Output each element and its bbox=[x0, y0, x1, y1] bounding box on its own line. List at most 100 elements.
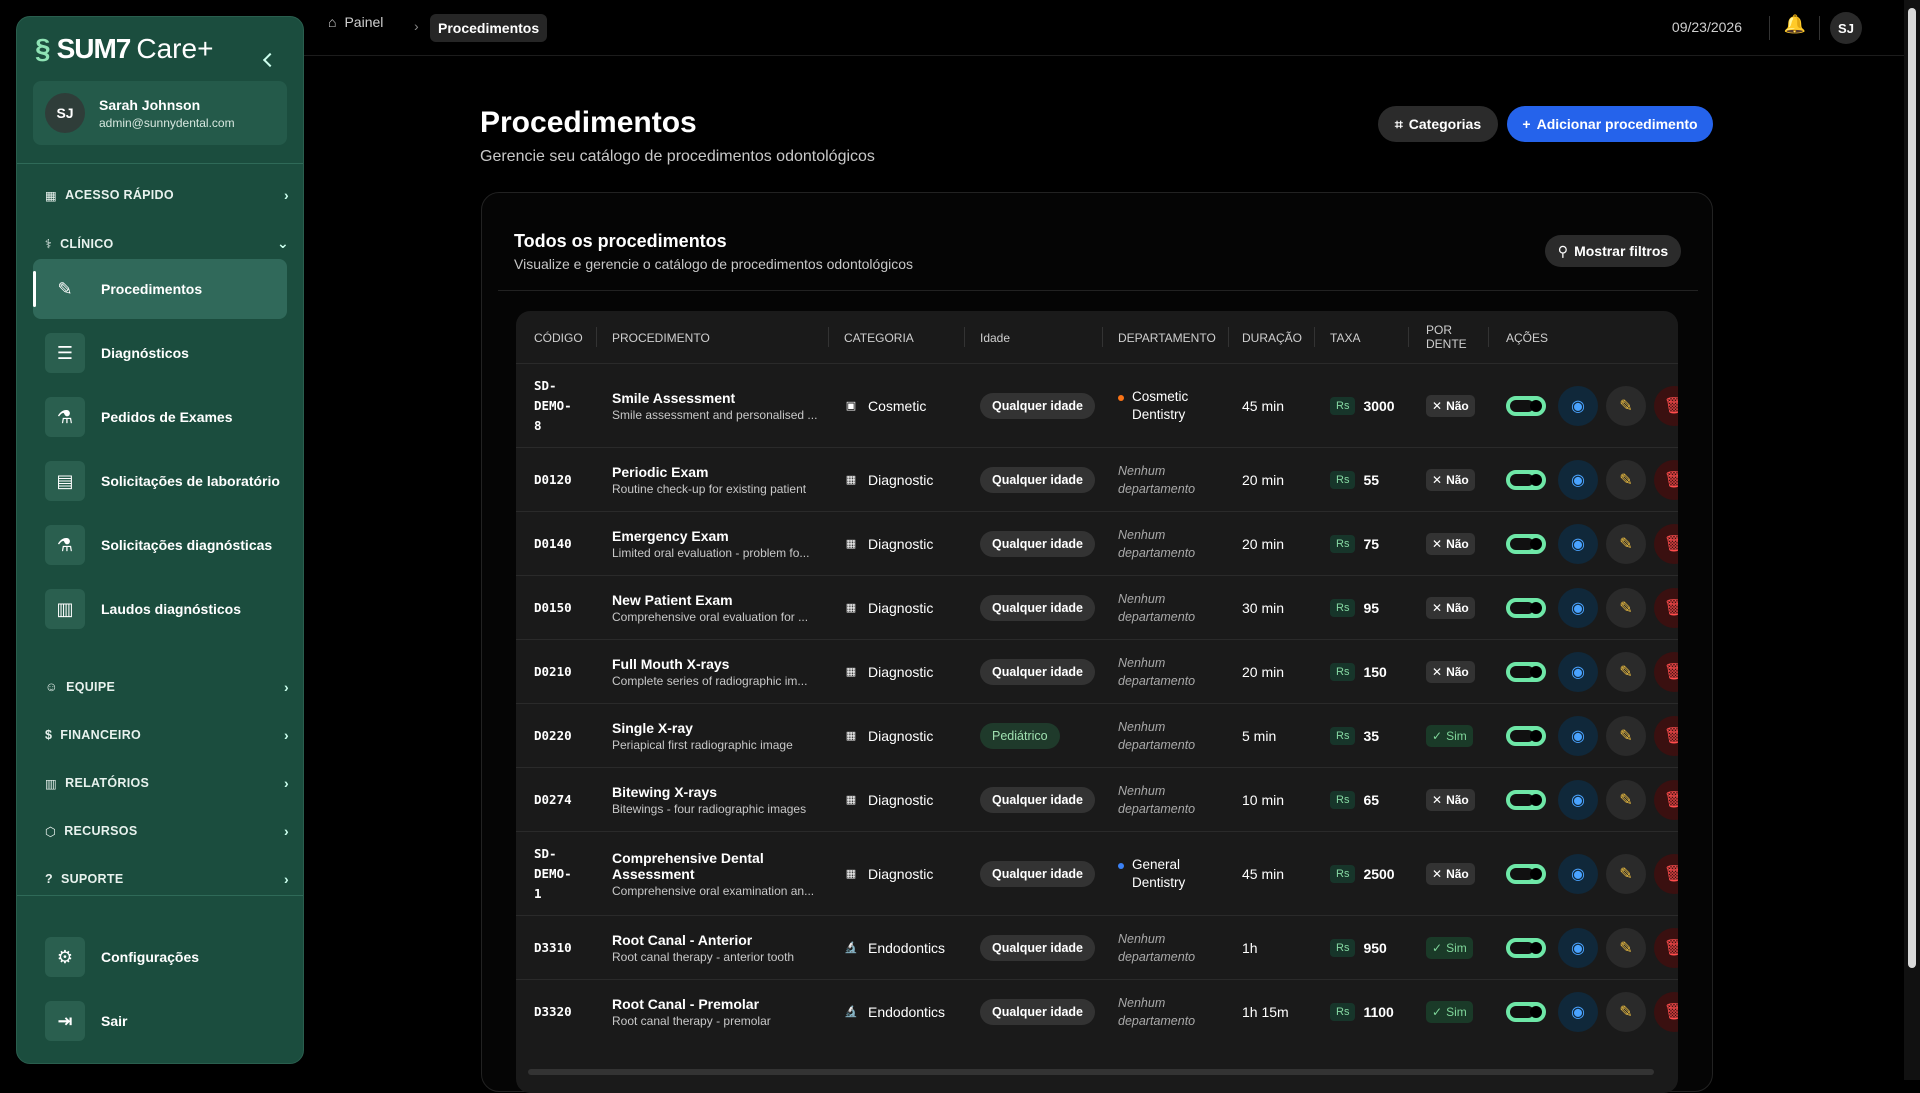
sidebar-item-pedidos-exames[interactable]: ⚗ Pedidos de Exames bbox=[33, 387, 287, 447]
sidebar-item-configuracoes[interactable]: ⚙ Configurações bbox=[33, 927, 287, 987]
section-acesso-rapido[interactable]: ▦ ACESSO RÁPIDO › bbox=[45, 187, 289, 203]
view-button[interactable]: ◉ bbox=[1558, 459, 1598, 500]
active-toggle[interactable] bbox=[1506, 1001, 1546, 1022]
edit-button[interactable]: ✎ bbox=[1606, 523, 1646, 564]
edit-button[interactable]: ✎ bbox=[1606, 459, 1646, 500]
sidebar-item-diagnosticos[interactable]: ☰ Diagnósticos bbox=[33, 323, 287, 383]
edit-button[interactable]: ✎ bbox=[1606, 853, 1646, 894]
delete-button[interactable]: 🗑 bbox=[1654, 927, 1678, 968]
active-toggle[interactable] bbox=[1506, 395, 1546, 416]
brand-logo[interactable]: § SUM7 Care+ bbox=[35, 33, 213, 65]
bell-icon[interactable]: 🔔 bbox=[1784, 14, 1806, 35]
section-recursos[interactable]: ⬡ RECURSOS › bbox=[45, 823, 289, 839]
view-button[interactable]: ◉ bbox=[1558, 927, 1598, 968]
user-card[interactable]: SJ Sarah Johnson admin@sunnydental.com bbox=[33, 81, 287, 145]
active-toggle[interactable] bbox=[1506, 661, 1546, 682]
edit-button[interactable]: ✎ bbox=[1606, 587, 1646, 628]
pencil-icon: ✎ bbox=[1619, 865, 1633, 883]
active-toggle[interactable] bbox=[1506, 863, 1546, 884]
table-row[interactable]: D0150 New Patient Exam Comprehensive oral … bbox=[516, 575, 1678, 639]
section-suporte[interactable]: ? SUPORTE › bbox=[45, 871, 289, 887]
avatar: SJ bbox=[45, 93, 85, 133]
active-toggle[interactable] bbox=[1506, 469, 1546, 490]
flask-icon: ⚗ bbox=[45, 397, 85, 437]
view-button[interactable]: ◉ bbox=[1558, 715, 1598, 756]
column-header[interactable]: POR DENTE bbox=[1426, 323, 1476, 351]
column-header[interactable]: DURAÇÃO bbox=[1242, 331, 1302, 345]
edit-button[interactable]: ✎ bbox=[1606, 927, 1646, 968]
page-scrollbar[interactable] bbox=[1904, 0, 1920, 1080]
active-toggle[interactable] bbox=[1506, 725, 1546, 746]
table-row[interactable]: D0140 Emergency Exam Limited oral evaluati… bbox=[516, 511, 1678, 575]
procedure-name-cell: Periodic Exam Routine check-up for existi… bbox=[612, 464, 822, 496]
sidebar-item-laudos-diagnosticos[interactable]: ▥ Laudos diagnósticos bbox=[33, 579, 287, 639]
duration: 30 min bbox=[1242, 599, 1285, 616]
view-button[interactable]: ◉ bbox=[1558, 587, 1598, 628]
view-button[interactable]: ◉ bbox=[1558, 523, 1598, 564]
table-row[interactable]: SD- DEMO- 1 Comprehensive Dental Assessment… bbox=[516, 831, 1678, 915]
view-button[interactable]: ◉ bbox=[1558, 651, 1598, 692]
avatar[interactable]: SJ bbox=[1830, 12, 1862, 44]
section-relatorios[interactable]: ▥ RELATÓRIOS › bbox=[45, 775, 289, 791]
delete-button[interactable]: 🗑 bbox=[1654, 853, 1678, 894]
table-row[interactable]: SD- DEMO- 8 Smile Assessment Smile assessmen… bbox=[516, 363, 1678, 447]
sidebar-item-solicitacoes-laboratorio[interactable]: ▤ Solicitações de laboratório bbox=[33, 451, 287, 511]
current-date: 09/23/2026 bbox=[1671, 19, 1742, 35]
delete-button[interactable]: 🗑 bbox=[1654, 651, 1678, 692]
chevron-right-icon: › bbox=[284, 823, 289, 839]
active-toggle[interactable] bbox=[1506, 789, 1546, 810]
edit-button[interactable]: ✎ bbox=[1606, 779, 1646, 820]
delete-button[interactable]: 🗑 bbox=[1654, 385, 1678, 426]
table-row[interactable]: D0120 Periodic Exam Routine check-up for e… bbox=[516, 447, 1678, 511]
table-row[interactable]: D0274 Bitewing X-rays Bitewings - four rad… bbox=[516, 767, 1678, 831]
table-row[interactable]: D0220 Single X-ray Periapical first radiog… bbox=[516, 703, 1678, 767]
column-header[interactable]: CÓDIGO bbox=[534, 331, 583, 345]
eye-icon: ◉ bbox=[1571, 1003, 1585, 1021]
sidebar-item-procedimentos[interactable]: ✎ Procedimentos bbox=[33, 259, 287, 319]
section-label: CLÍNICO bbox=[60, 236, 114, 251]
microscope-icon: 🔬 bbox=[844, 1006, 858, 1018]
active-toggle[interactable] bbox=[1506, 533, 1546, 554]
view-button[interactable]: ◉ bbox=[1558, 991, 1598, 1032]
column-header[interactable]: Idade bbox=[980, 331, 1010, 345]
section-clinico[interactable]: ⚕ CLÍNICO ⌄ bbox=[45, 235, 289, 252]
section-financeiro[interactable]: $ FINANCEIRO › bbox=[45, 727, 289, 743]
table-row[interactable]: D3310 Root Canal - Anterior Root canal the… bbox=[516, 915, 1678, 979]
table-row[interactable]: D0210 Full Mouth X-rays Complete series of… bbox=[516, 639, 1678, 703]
horizontal-scrollbar[interactable] bbox=[528, 1069, 1654, 1075]
column-header[interactable]: PROCEDIMENTO bbox=[612, 331, 710, 345]
edit-button[interactable]: ✎ bbox=[1606, 385, 1646, 426]
add-procedure-button[interactable]: + Adicionar procedimento bbox=[1507, 106, 1713, 142]
delete-button[interactable]: 🗑 bbox=[1654, 523, 1678, 564]
edit-button[interactable]: ✎ bbox=[1606, 715, 1646, 756]
show-filters-button[interactable]: ⚲ Mostrar filtros bbox=[1545, 235, 1681, 267]
sidebar-item-solicitacoes-diagnosticas[interactable]: ⚗ Solicitações diagnósticas bbox=[33, 515, 287, 575]
pencil-icon: ✎ bbox=[1619, 599, 1633, 617]
column-header[interactable]: TAXA bbox=[1330, 331, 1360, 345]
column-header[interactable]: CATEGORIA bbox=[844, 331, 914, 345]
categories-button[interactable]: ⌗ Categorias bbox=[1378, 106, 1498, 142]
category-label: Diagnostic bbox=[868, 663, 934, 680]
delete-button[interactable]: 🗑 bbox=[1654, 587, 1678, 628]
table-row[interactable]: D3320 Root Canal - Premolar Root canal the… bbox=[516, 979, 1678, 1043]
breadcrumb-home[interactable]: ⌂ Painel bbox=[328, 14, 383, 30]
active-toggle[interactable] bbox=[1506, 597, 1546, 618]
view-button[interactable]: ◉ bbox=[1558, 853, 1598, 894]
view-button[interactable]: ◉ bbox=[1558, 779, 1598, 820]
delete-button[interactable]: 🗑 bbox=[1654, 459, 1678, 500]
column-header[interactable]: DEPARTAMENTO bbox=[1118, 331, 1216, 345]
edit-button[interactable]: ✎ bbox=[1606, 651, 1646, 692]
edit-button[interactable]: ✎ bbox=[1606, 991, 1646, 1032]
sidebar-item-sair[interactable]: ⇥ Sair bbox=[33, 991, 287, 1051]
section-label: ACESSO RÁPIDO bbox=[65, 188, 174, 202]
duration: 1h 15m bbox=[1242, 1003, 1289, 1020]
collapse-sidebar-icon[interactable] bbox=[262, 52, 278, 68]
active-toggle[interactable] bbox=[1506, 937, 1546, 958]
delete-button[interactable]: 🗑 bbox=[1654, 779, 1678, 820]
category-label: Diagnostic bbox=[868, 471, 934, 488]
view-button[interactable]: ◉ bbox=[1558, 385, 1598, 426]
delete-button[interactable]: 🗑 bbox=[1654, 715, 1678, 756]
delete-button[interactable]: 🗑 bbox=[1654, 991, 1678, 1032]
section-equipe[interactable]: ☺ EQUIPE › bbox=[45, 679, 289, 695]
fee-cell: Rs 95 bbox=[1330, 598, 1379, 617]
